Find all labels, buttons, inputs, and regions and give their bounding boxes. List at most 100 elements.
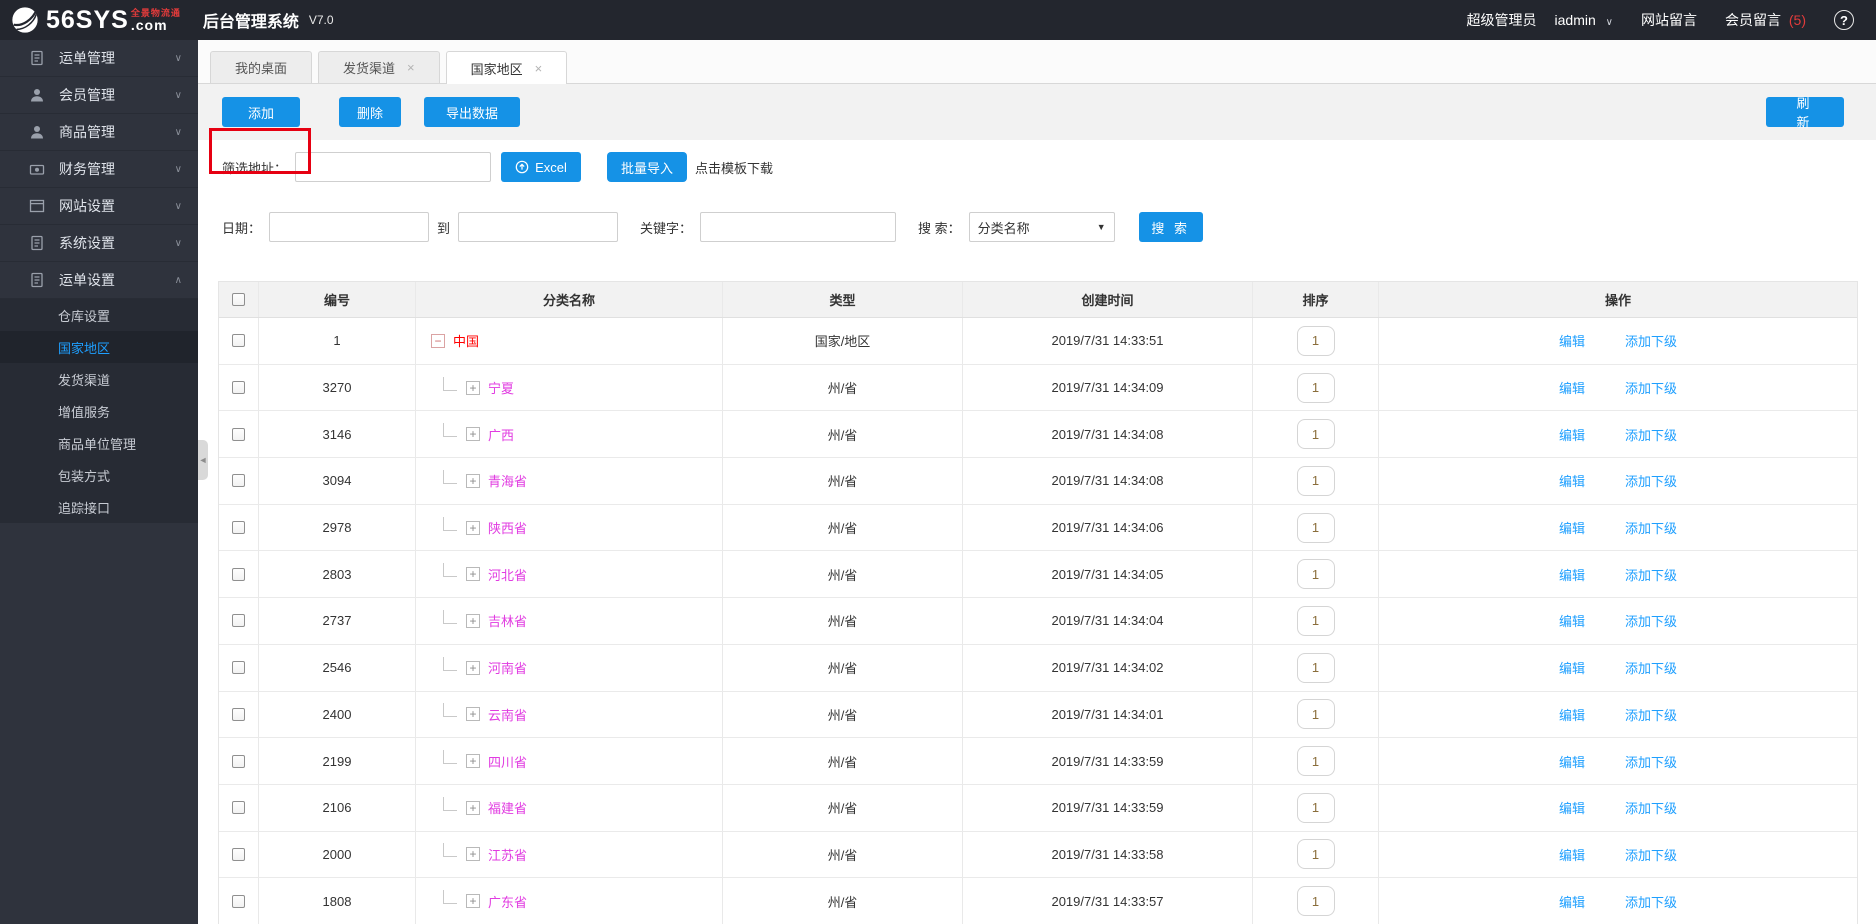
export-data-button[interactable]: 导出数据 (424, 97, 520, 127)
add-child-link[interactable]: 添加下级 (1625, 378, 1677, 397)
category-link[interactable]: 宁夏 (488, 378, 514, 397)
sidebar-subitem[interactable]: 仓库设置 (0, 299, 198, 331)
sort-input[interactable]: 1 (1297, 793, 1335, 823)
expand-node-icon[interactable]: + (466, 474, 480, 488)
keyword-input[interactable] (700, 212, 896, 242)
row-checkbox[interactable] (232, 521, 245, 534)
sort-input[interactable]: 1 (1297, 513, 1335, 543)
edit-link[interactable]: 编辑 (1559, 471, 1585, 490)
user-menu[interactable]: iadmin ∨ (1555, 12, 1613, 28)
add-child-link[interactable]: 添加下级 (1625, 658, 1677, 677)
expand-node-icon[interactable]: + (466, 847, 480, 861)
search-button[interactable]: 搜 索 (1139, 212, 1203, 242)
category-link[interactable]: 广东省 (488, 892, 527, 911)
sort-input[interactable]: 1 (1297, 839, 1335, 869)
sort-input[interactable]: 1 (1297, 326, 1335, 356)
row-checkbox[interactable] (232, 708, 245, 721)
date-from-input[interactable] (269, 212, 429, 242)
filter-address-input[interactable] (295, 152, 491, 182)
add-child-link[interactable]: 添加下级 (1625, 425, 1677, 444)
add-child-link[interactable]: 添加下级 (1625, 565, 1677, 584)
row-checkbox[interactable] (232, 755, 245, 768)
expand-node-icon[interactable]: + (466, 614, 480, 628)
edit-link[interactable]: 编辑 (1559, 845, 1585, 864)
row-checkbox[interactable] (232, 614, 245, 627)
add-button[interactable]: 添加 (222, 97, 300, 127)
add-child-link[interactable]: 添加下级 (1625, 331, 1677, 350)
close-icon[interactable]: × (535, 62, 543, 75)
category-link[interactable]: 江苏省 (488, 845, 527, 864)
row-checkbox[interactable] (232, 428, 245, 441)
sort-input[interactable]: 1 (1297, 699, 1335, 729)
add-child-link[interactable]: 添加下级 (1625, 705, 1677, 724)
row-checkbox[interactable] (232, 848, 245, 861)
sidebar-subitem[interactable]: 包装方式 (0, 459, 198, 491)
expand-node-icon[interactable]: + (466, 381, 480, 395)
row-checkbox[interactable] (232, 895, 245, 908)
site-messages-link[interactable]: 网站留言 (1641, 10, 1697, 30)
sort-input[interactable]: 1 (1297, 653, 1335, 683)
sidebar-subitem[interactable]: 增值服务 (0, 395, 198, 427)
add-child-link[interactable]: 添加下级 (1625, 471, 1677, 490)
add-child-link[interactable]: 添加下级 (1625, 752, 1677, 771)
date-to-input[interactable] (458, 212, 618, 242)
edit-link[interactable]: 编辑 (1559, 611, 1585, 630)
row-checkbox[interactable] (232, 381, 245, 394)
sort-input[interactable]: 1 (1297, 886, 1335, 916)
expand-node-icon[interactable]: + (466, 567, 480, 581)
expand-node-icon[interactable]: + (466, 521, 480, 535)
category-link[interactable]: 四川省 (488, 752, 527, 771)
sidebar-item[interactable]: 系统设置∨ (0, 225, 198, 262)
tab-item[interactable]: 我的桌面 (210, 51, 312, 83)
sort-input[interactable]: 1 (1297, 466, 1335, 496)
sidebar-item[interactable]: 网站设置∨ (0, 188, 198, 225)
row-checkbox[interactable] (232, 661, 245, 674)
edit-link[interactable]: 编辑 (1559, 798, 1585, 817)
add-child-link[interactable]: 添加下级 (1625, 611, 1677, 630)
sort-input[interactable]: 1 (1297, 746, 1335, 776)
sidebar-item[interactable]: 财务管理∨ (0, 151, 198, 188)
row-checkbox[interactable] (232, 474, 245, 487)
row-checkbox[interactable] (232, 334, 245, 347)
edit-link[interactable]: 编辑 (1559, 658, 1585, 677)
edit-link[interactable]: 编辑 (1559, 518, 1585, 537)
member-messages-link[interactable]: 会员留言 (5) (1725, 10, 1806, 30)
category-link[interactable]: 云南省 (488, 705, 527, 724)
category-link[interactable]: 中国 (453, 331, 479, 350)
sort-input[interactable]: 1 (1297, 419, 1335, 449)
tab-active[interactable]: 国家地区× (446, 51, 568, 84)
edit-link[interactable]: 编辑 (1559, 892, 1585, 911)
expand-node-icon[interactable]: + (466, 801, 480, 815)
sort-input[interactable]: 1 (1297, 606, 1335, 636)
expand-node-icon[interactable]: + (466, 661, 480, 675)
expand-node-icon[interactable]: + (466, 707, 480, 721)
edit-link[interactable]: 编辑 (1559, 752, 1585, 771)
help-icon[interactable]: ? (1834, 10, 1854, 30)
add-child-link[interactable]: 添加下级 (1625, 892, 1677, 911)
sidebar-subitem[interactable]: 国家地区 (0, 331, 198, 363)
category-link[interactable]: 河北省 (488, 565, 527, 584)
expand-node-icon[interactable]: + (466, 894, 480, 908)
sort-input[interactable]: 1 (1297, 373, 1335, 403)
category-link[interactable]: 广西 (488, 425, 514, 444)
template-download-link[interactable]: 点击模板下载 (695, 158, 773, 177)
close-icon[interactable]: × (407, 61, 415, 74)
sidebar-subitem[interactable]: 追踪接口 (0, 491, 198, 523)
sidebar-item[interactable]: 运单设置∧ (0, 262, 198, 299)
category-link[interactable]: 河南省 (488, 658, 527, 677)
category-link[interactable]: 陕西省 (488, 518, 527, 537)
edit-link[interactable]: 编辑 (1559, 565, 1585, 584)
category-link[interactable]: 青海省 (488, 471, 527, 490)
expand-node-icon[interactable]: + (466, 427, 480, 441)
edit-link[interactable]: 编辑 (1559, 425, 1585, 444)
collapse-node-icon[interactable]: − (431, 334, 445, 348)
edit-link[interactable]: 编辑 (1559, 378, 1585, 397)
excel-button[interactable]: Excel (501, 152, 581, 182)
row-checkbox[interactable] (232, 801, 245, 814)
sidebar-item[interactable]: 运单管理∨ (0, 40, 198, 77)
select-all-checkbox[interactable] (232, 293, 245, 306)
add-child-link[interactable]: 添加下级 (1625, 518, 1677, 537)
sidebar-item[interactable]: 会员管理∨ (0, 77, 198, 114)
refresh-button[interactable]: 刷 新 (1766, 97, 1844, 127)
category-link[interactable]: 吉林省 (488, 611, 527, 630)
